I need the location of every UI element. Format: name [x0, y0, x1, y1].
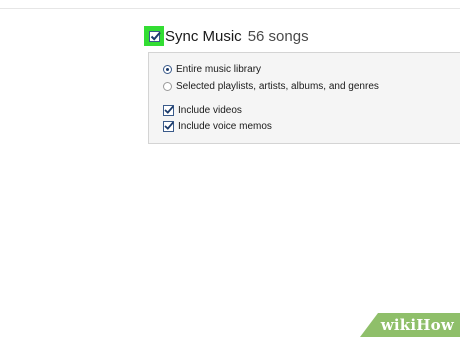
radio-unselected-icon[interactable]: [163, 81, 172, 91]
include-voice-memos-checkbox[interactable]: [163, 120, 174, 132]
sync-music-checkbox[interactable]: [148, 30, 161, 42]
option-include-voice-memos[interactable]: Include voice memos: [163, 119, 272, 133]
wikihow-watermark: wikiHow: [360, 313, 460, 337]
sync-music-title: Sync Music: [165, 27, 242, 45]
radio-selected-icon[interactable]: [163, 64, 172, 74]
include-videos-checkbox[interactable]: [163, 104, 174, 116]
sync-music-checkbox-highlight[interactable]: [144, 26, 164, 46]
option-entire-library-label: Entire music library: [176, 63, 262, 75]
sync-options-panel: Entire music library Selected playlists,…: [148, 52, 460, 144]
wikihow-logo-text: wikiHow: [380, 316, 454, 334]
checkmark-icon: [164, 105, 174, 114]
song-count: 56 songs: [247, 27, 309, 45]
checkmark-icon: [150, 31, 161, 41]
option-selected-playlists-label: Selected playlists, artists, albums, and…: [176, 80, 379, 92]
option-entire-library[interactable]: Entire music library: [163, 62, 261, 76]
include-videos-label: Include videos: [178, 104, 242, 116]
sync-music-header: Sync Music 56 songs: [144, 24, 309, 48]
option-include-videos[interactable]: Include videos: [163, 103, 242, 117]
top-divider: [0, 8, 460, 9]
include-voice-memos-label: Include voice memos: [178, 120, 272, 132]
option-selected-playlists[interactable]: Selected playlists, artists, albums, and…: [163, 79, 379, 93]
checkmark-icon: [164, 121, 174, 130]
